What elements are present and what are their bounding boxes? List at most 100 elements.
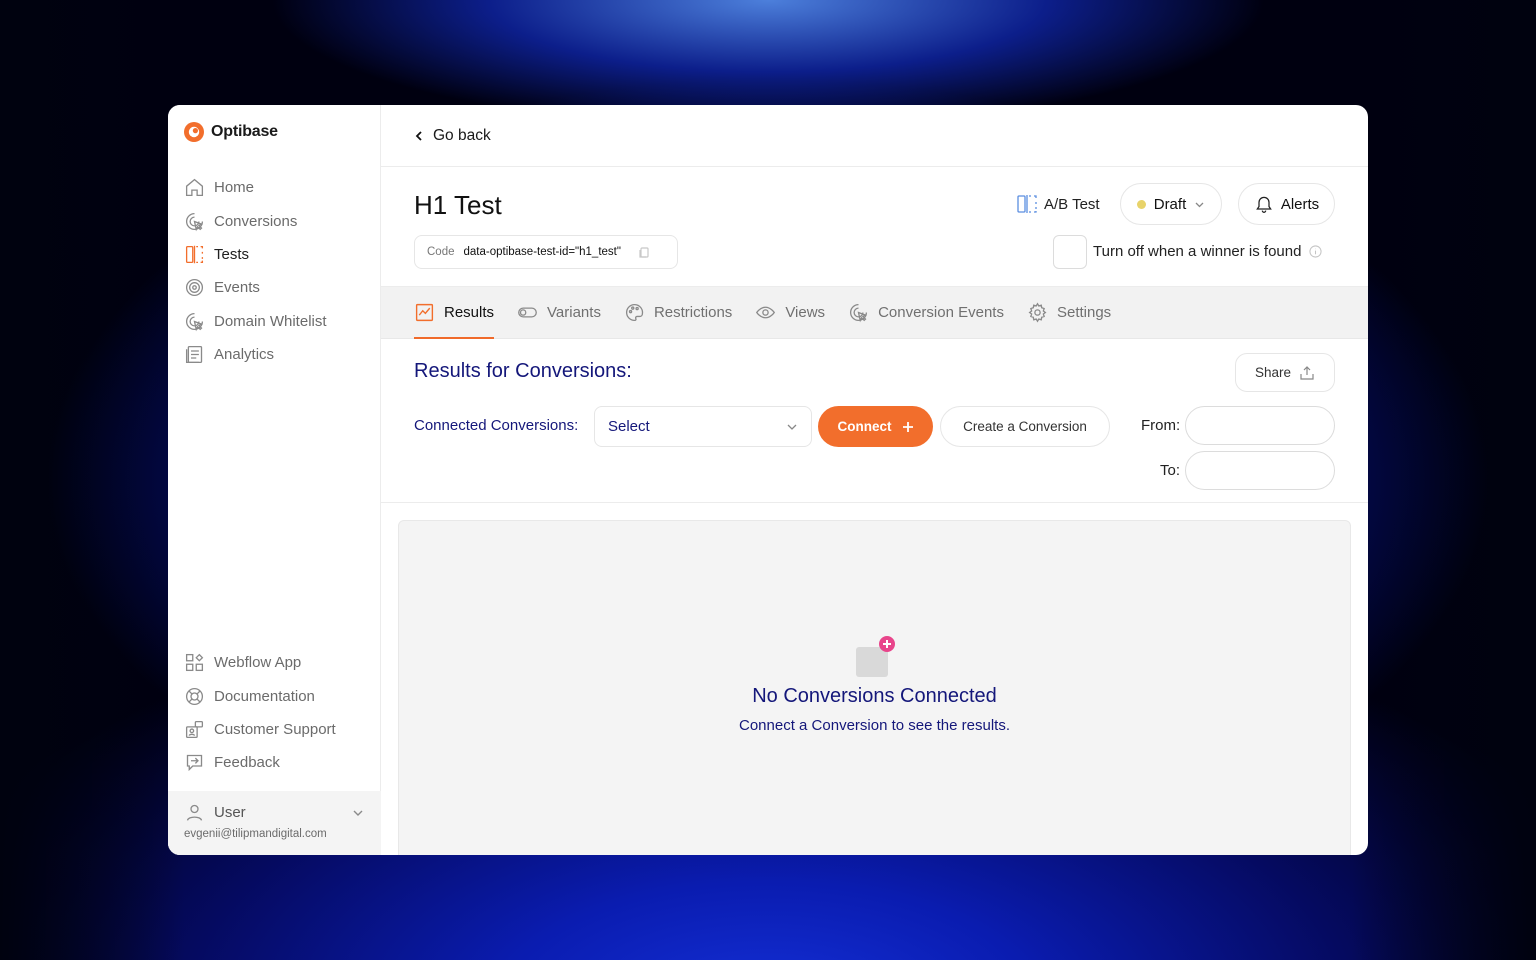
chevron-down-icon xyxy=(1195,202,1204,207)
chevron-down-icon xyxy=(787,424,797,430)
home-icon xyxy=(185,178,204,197)
alerts-button[interactable]: Alerts xyxy=(1238,183,1335,225)
eye-icon xyxy=(756,306,776,319)
test-type: A/B Test xyxy=(1017,195,1100,213)
status-label: Draft xyxy=(1153,195,1187,213)
test-type-label: A/B Test xyxy=(1044,195,1100,213)
cursor-click-icon xyxy=(186,312,204,332)
user-email: evgenii@tilipmandigital.com xyxy=(184,828,327,840)
target-icon xyxy=(185,279,204,297)
from-label: From: xyxy=(1141,417,1181,434)
tab-label: Conversion Events xyxy=(878,304,1004,321)
user-name: User xyxy=(214,804,246,821)
sidebar-item-label: Analytics xyxy=(214,346,275,364)
sidebar-item-label: Feedback xyxy=(214,754,280,772)
tab-variants[interactable]: Variants xyxy=(517,287,601,338)
tab-label: Variants xyxy=(547,304,601,321)
conversion-select[interactable]: Select xyxy=(594,406,812,447)
winner-toggle-label: Turn off when a winner is found xyxy=(1093,243,1302,260)
chart-icon xyxy=(415,303,434,322)
sidebar-item-domain-whitelist[interactable]: Domain Whitelist xyxy=(184,305,327,338)
tab-label: Restrictions xyxy=(653,304,733,321)
status-dropdown[interactable]: Draft xyxy=(1120,183,1222,225)
sidebar-item-home[interactable]: Home xyxy=(184,171,327,204)
sidebar-bottom-nav: Webflow App Documentation Customer Suppo… xyxy=(184,646,336,780)
select-value: Select xyxy=(608,418,650,435)
page-title: H1 Test xyxy=(414,190,502,220)
brand-name: Optibase xyxy=(211,123,278,140)
sidebar-item-tests[interactable]: Tests xyxy=(184,238,327,271)
feedback-icon xyxy=(186,755,203,772)
connect-button[interactable]: Connect xyxy=(818,406,933,447)
split-test-icon xyxy=(185,245,204,264)
status-dot xyxy=(1136,199,1146,209)
empty-state: No Conversions Connected Connect a Conve… xyxy=(398,520,1351,855)
sidebar-item-label: Home xyxy=(214,179,255,197)
sidebar-item-webflow-app[interactable]: Webflow App xyxy=(184,646,336,679)
tab-restrictions[interactable]: Restrictions xyxy=(624,287,732,338)
sidebar: Optibase Home Conversions Tests Events D… xyxy=(168,105,381,855)
sidebar-item-label: Customer Support xyxy=(214,720,336,738)
sidebar-item-label: Domain Whitelist xyxy=(214,312,327,330)
cursor-click-icon xyxy=(186,212,204,231)
results-toolbar: Results for Conversions: Share Connected… xyxy=(381,339,1368,503)
to-date-input[interactable] xyxy=(1185,451,1335,490)
sidebar-item-customer-support[interactable]: Customer Support xyxy=(184,713,336,746)
top-bar: Go back xyxy=(381,105,1368,167)
code-value: data-optibase-test-id="h1_test" xyxy=(463,246,621,258)
plus-icon xyxy=(902,421,913,432)
palette-icon xyxy=(626,303,644,322)
empty-state-title: No Conversions Connected xyxy=(752,685,997,707)
tab-conversion-events[interactable]: Conversion Events xyxy=(848,287,1004,338)
sidebar-item-documentation[interactable]: Documentation xyxy=(184,679,336,712)
create-conversion-label: Create a Conversion xyxy=(963,419,1087,434)
winner-toggle-checkbox[interactable] xyxy=(1053,235,1087,269)
optibase-logo-icon xyxy=(184,122,204,142)
share-icon xyxy=(1300,365,1314,380)
tab-bar: Results Variants Restrictions Views Conv… xyxy=(381,286,1368,339)
connect-label: Connect xyxy=(837,419,892,434)
results-title: Results for Conversions: xyxy=(414,360,632,382)
app-window: Optibase Home Conversions Tests Events D… xyxy=(168,105,1368,855)
cursor-click-icon xyxy=(850,303,868,323)
share-button[interactable]: Share xyxy=(1235,353,1335,392)
toggle-icon xyxy=(518,307,537,318)
code-chip: Code data-optibase-test-id="h1_test" xyxy=(414,235,678,269)
from-date-input[interactable] xyxy=(1185,406,1335,445)
connected-conversions-label: Connected Conversions: xyxy=(414,417,579,434)
info-icon[interactable] xyxy=(1309,245,1323,258)
sidebar-item-conversions[interactable]: Conversions xyxy=(184,204,327,237)
split-test-icon xyxy=(1017,195,1037,213)
report-icon xyxy=(185,346,203,364)
sidebar-nav: Home Conversions Tests Events Domain Whi… xyxy=(184,171,327,371)
go-back-label: Go back xyxy=(433,126,491,144)
test-header: H1 Test Code data-optibase-test-id="h1_t… xyxy=(381,167,1368,286)
empty-document-plus-icon xyxy=(856,636,895,677)
tab-views[interactable]: Views xyxy=(755,287,825,338)
sidebar-item-label: Webflow App xyxy=(214,654,302,672)
empty-state-subtitle: Connect a Conversion to see the results. xyxy=(739,717,1010,734)
brand-logo[interactable]: Optibase xyxy=(184,122,278,142)
user-icon xyxy=(186,804,203,821)
tab-settings[interactable]: Settings xyxy=(1027,287,1111,338)
user-menu[interactable]: User evgenii@tilipmandigital.com xyxy=(168,791,381,855)
sidebar-item-feedback[interactable]: Feedback xyxy=(184,746,336,779)
tab-label: Settings xyxy=(1056,304,1112,321)
sidebar-item-analytics[interactable]: Analytics xyxy=(184,338,327,371)
create-conversion-button[interactable]: Create a Conversion xyxy=(940,406,1110,447)
sidebar-item-events[interactable]: Events xyxy=(184,271,327,304)
sidebar-item-label: Documentation xyxy=(214,687,315,705)
main-content: Go back H1 Test Code data-optibase-test-… xyxy=(381,105,1368,855)
winner-toggle: Turn off when a winner is found xyxy=(1093,243,1323,260)
chevron-left-icon xyxy=(415,130,422,141)
lifebuoy-icon xyxy=(185,687,204,705)
code-label: Code xyxy=(427,246,455,258)
chevron-down-icon[interactable] xyxy=(351,806,365,820)
sidebar-item-label: Events xyxy=(214,279,260,297)
copy-icon[interactable] xyxy=(638,246,650,258)
gear-icon xyxy=(1028,302,1047,323)
tab-label: Views xyxy=(785,304,826,321)
tab-results[interactable]: Results xyxy=(414,287,495,339)
go-back-link[interactable]: Go back xyxy=(414,127,491,145)
to-label: To: xyxy=(1160,462,1181,479)
